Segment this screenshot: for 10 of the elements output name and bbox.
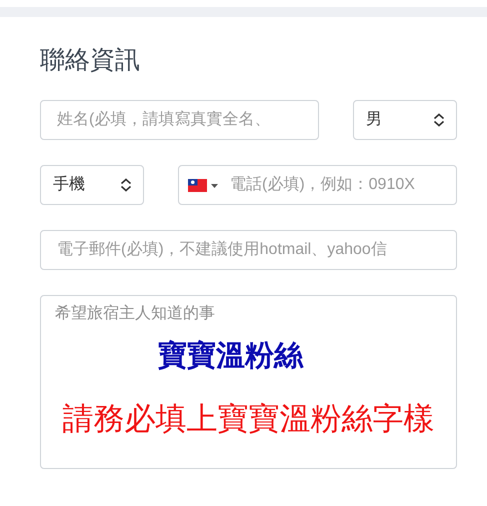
overlay-note: 寶寶溫粉絲 — [157, 338, 304, 374]
updown-icon — [120, 178, 132, 192]
phone-type-select[interactable]: 手機 — [40, 165, 144, 205]
name-field[interactable]: 姓名(必填，請填寫真實全名、 — [40, 100, 319, 140]
phone-field[interactable]: 電話(必填)，例如：0910X — [178, 165, 457, 205]
section-title: 聯絡資訊 — [40, 45, 141, 75]
gender-select[interactable]: 男 — [353, 100, 457, 140]
overlay-note: 請務必填上寶寶溫粉絲字樣 — [62, 400, 436, 438]
updown-icon — [433, 113, 445, 127]
email-field[interactable]: 電子郵件(必填)，不建議使用hotmail、yahoo信 — [40, 230, 457, 270]
